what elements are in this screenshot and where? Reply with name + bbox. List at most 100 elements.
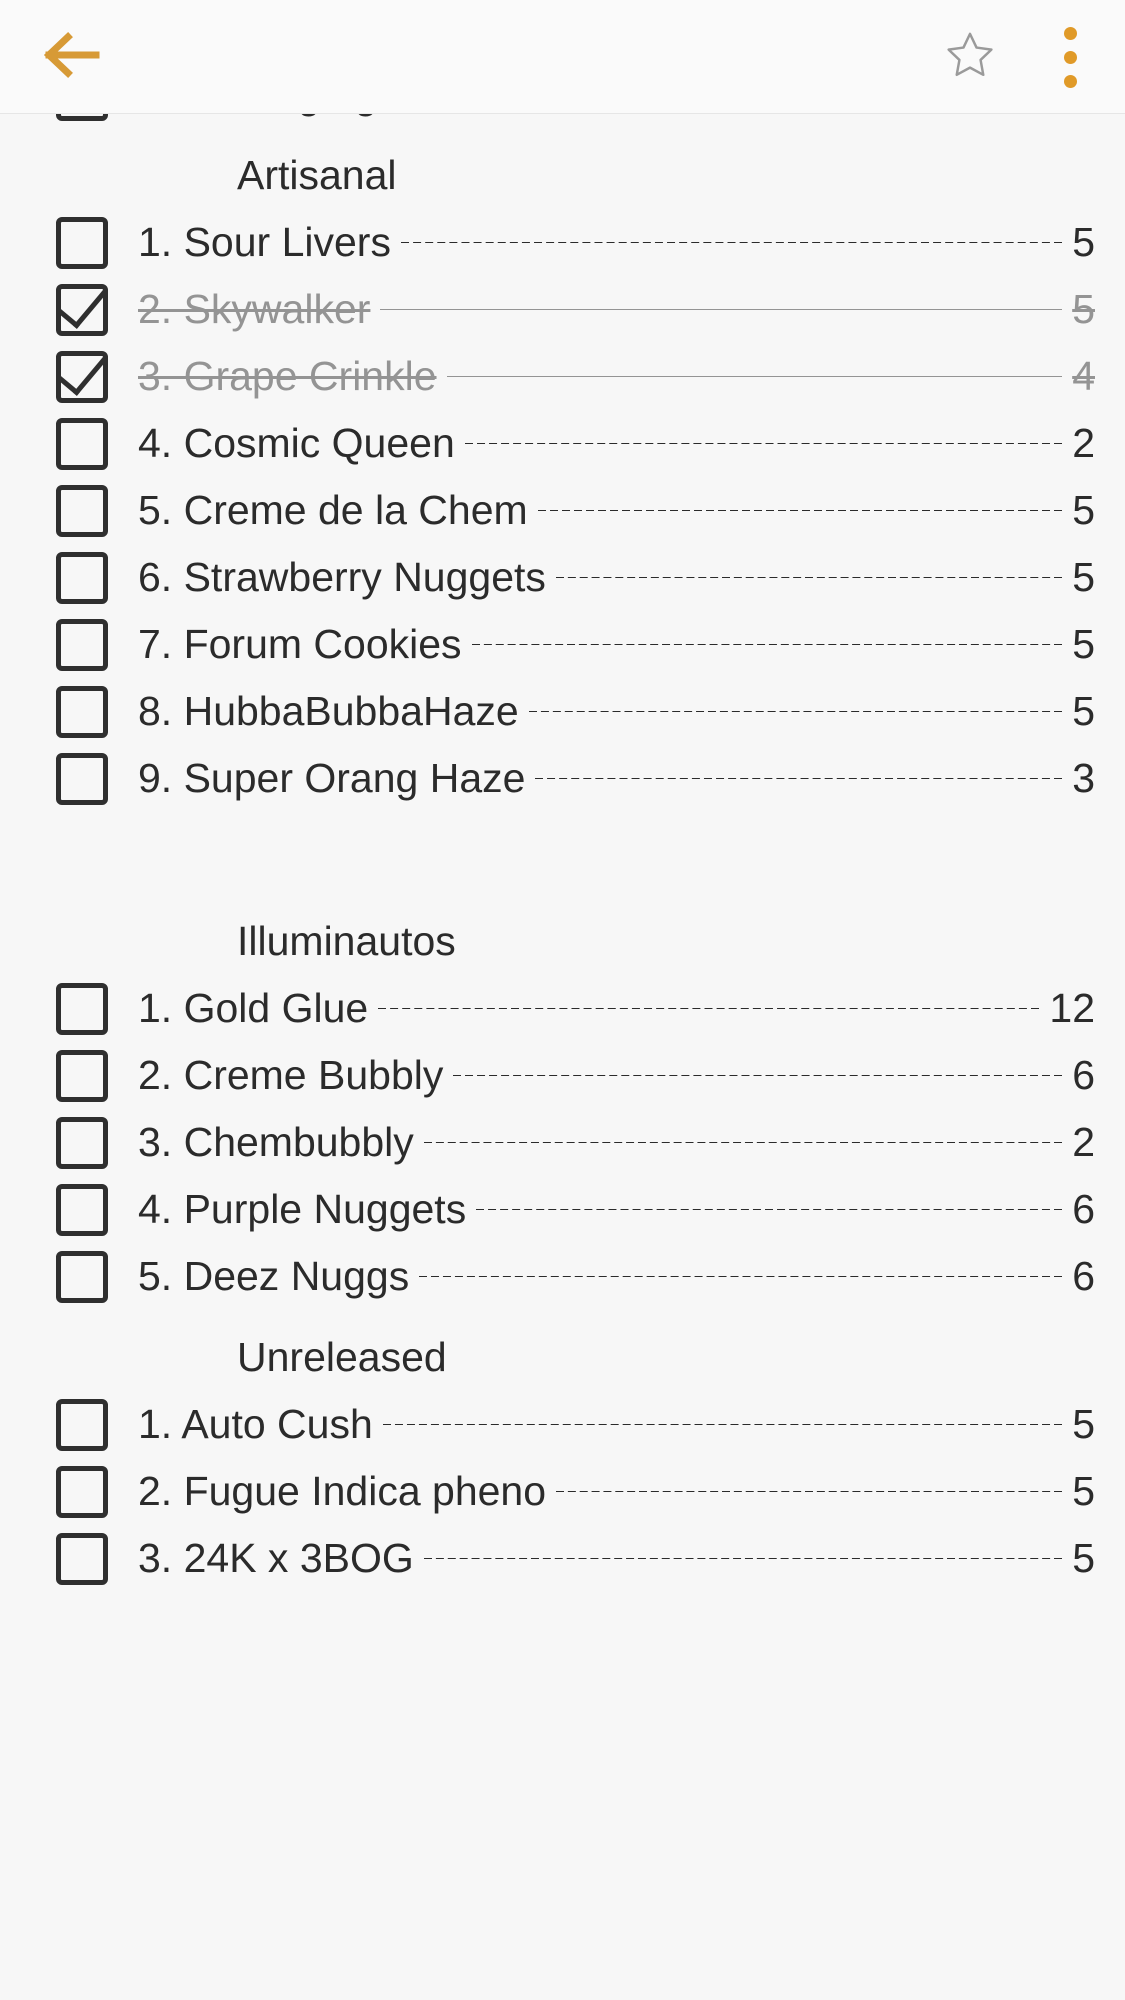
item-text: 8. HubbaBubbaHaze 5 xyxy=(138,688,1125,735)
list-item[interactable]: 4. Purple Nuggets 6 xyxy=(0,1176,1125,1243)
item-checkbox[interactable] xyxy=(56,1398,108,1451)
item-quantity: 4 xyxy=(1072,353,1095,399)
item-label: 1. Sour Livers xyxy=(138,219,391,265)
item-checkbox-checked[interactable] xyxy=(56,350,108,403)
more-vertical-icon xyxy=(1063,26,1077,40)
item-text: 6. Strawberry Nuggets 5 xyxy=(138,554,1125,601)
item-checkbox[interactable] xyxy=(56,1532,108,1585)
item-checkbox[interactable] xyxy=(56,685,108,738)
item-label: 3. Grape Crinkle xyxy=(138,353,437,399)
item-text: 5. Deez Nuggs 6 xyxy=(138,1253,1125,1300)
list-item[interactable]: 1. Auto Cush 5 xyxy=(0,1391,1125,1458)
item-label: 8. HubbaBubbaHaze xyxy=(138,688,519,734)
item-quantity: 5 xyxy=(1072,621,1095,667)
item-text: 2. Skywalker 5 xyxy=(138,286,1125,333)
item-checkbox[interactable] xyxy=(56,1183,108,1236)
list-item[interactable]: 5. Deez Nuggs 6 xyxy=(0,1243,1125,1310)
item-quantity: 5 xyxy=(1072,1468,1095,1514)
leader-dashes xyxy=(380,309,1062,310)
item-quantity: 5 xyxy=(1072,286,1095,332)
favorite-button[interactable] xyxy=(931,18,1009,96)
item-text: 5. Creme de la Chem 5 xyxy=(138,487,1125,534)
item-checkbox[interactable] xyxy=(56,484,108,537)
item-checkbox[interactable] xyxy=(56,1250,108,1303)
clipped-top-row: 10. Orange g xyxy=(0,114,1125,128)
leader-dashes xyxy=(555,577,1063,578)
list-item[interactable]: 2. Fugue Indica pheno 5 xyxy=(0,1458,1125,1525)
item-label: 1. Gold Glue xyxy=(138,985,369,1031)
list-item[interactable]: 6. Strawberry Nuggets 5 xyxy=(0,544,1125,611)
item-text: 1. Auto Cush 5 xyxy=(138,1401,1125,1448)
checklist-body: 10. Orange g Artisanal1. Sour Livers52. … xyxy=(0,114,1125,2000)
item-quantity: 6 xyxy=(1072,1052,1095,1098)
item-quantity: 2 xyxy=(1072,1119,1095,1165)
item-checkbox[interactable] xyxy=(56,1465,108,1518)
item-text: 7. Forum Cookies 5 xyxy=(138,621,1125,668)
sections-container: Artisanal 1. Sour Livers 5 2. Skywalker 5 3. … xyxy=(0,128,1125,1592)
leader-dashes xyxy=(464,443,1063,444)
item-label: 7. Forum Cookies xyxy=(138,621,462,667)
item-checkbox[interactable] xyxy=(56,551,108,604)
item-checkbox[interactable] xyxy=(56,752,108,805)
leader-dashes xyxy=(528,711,1063,712)
item-label: 4. Cosmic Queen xyxy=(138,420,455,466)
app-bar-actions xyxy=(931,18,1109,96)
list-item[interactable]: 10. Orange g xyxy=(0,114,1125,128)
leader-dashes xyxy=(378,1008,1040,1009)
item-text: 10. Orange g xyxy=(138,114,1125,118)
list-item[interactable]: 3. Chembubbly 2 xyxy=(0,1109,1125,1176)
item-text: 2. Fugue Indica pheno 5 xyxy=(138,1468,1125,1515)
list-item[interactable]: 5. Creme de la Chem 5 xyxy=(0,477,1125,544)
list-item[interactable]: 3. 24K x 3BOG 5 xyxy=(0,1525,1125,1592)
leader-dashes xyxy=(537,510,1063,511)
item-checkbox[interactable] xyxy=(56,114,108,121)
section-title: Illuminautos xyxy=(237,918,456,964)
item-quantity: 5 xyxy=(1072,1401,1095,1447)
item-label: 4. Purple Nuggets xyxy=(138,1186,467,1232)
list-item[interactable]: 9. Super Orang Haze 3 xyxy=(0,745,1125,812)
back-button[interactable] xyxy=(30,22,114,92)
item-text: 4. Purple Nuggets 6 xyxy=(138,1186,1125,1233)
item-label: 3. Chembubbly xyxy=(138,1119,414,1165)
more-vertical-icon xyxy=(1063,74,1077,88)
list-item[interactable]: 2. Creme Bubbly 6 xyxy=(0,1042,1125,1109)
leader-dashes xyxy=(556,1491,1063,1492)
item-text: 3. Grape Crinkle 4 xyxy=(138,353,1125,400)
item-checkbox[interactable] xyxy=(56,216,108,269)
list-item[interactable]: 4. Cosmic Queen 2 xyxy=(0,410,1125,477)
overflow-menu-button[interactable] xyxy=(1031,18,1109,96)
item-quantity: 6 xyxy=(1072,1253,1095,1299)
item-label: 2. Skywalker xyxy=(138,286,371,332)
leader-dashes xyxy=(419,1276,1063,1277)
section-title: Unreleased xyxy=(237,1334,447,1380)
item-checkbox[interactable] xyxy=(56,982,108,1035)
item-text: 1. Gold Glue 12 xyxy=(138,985,1125,1032)
list-item[interactable]: 3. Grape Crinkle 4 xyxy=(0,343,1125,410)
item-label: 5. Creme de la Chem xyxy=(138,487,528,533)
list-item[interactable]: 2. Skywalker 5 xyxy=(0,276,1125,343)
more-vertical-icon xyxy=(1063,50,1077,64)
item-label: 5. Deez Nuggs xyxy=(138,1253,410,1299)
item-checkbox[interactable] xyxy=(56,618,108,671)
item-quantity: 5 xyxy=(1072,688,1095,734)
item-label: 9. Super Orang Haze xyxy=(138,755,526,801)
list-item[interactable]: 7. Forum Cookies 5 xyxy=(0,611,1125,678)
item-checkbox[interactable] xyxy=(56,417,108,470)
list-item[interactable]: 1. Gold Glue 12 xyxy=(0,975,1125,1042)
item-quantity: 12 xyxy=(1049,985,1095,1031)
item-label: 6. Strawberry Nuggets xyxy=(138,554,546,600)
list-item[interactable]: 8. HubbaBubbaHaze 5 xyxy=(0,678,1125,745)
list-item[interactable]: 1. Sour Livers 5 xyxy=(0,209,1125,276)
item-text: 1. Sour Livers 5 xyxy=(138,219,1125,266)
item-checkbox[interactable] xyxy=(56,1049,108,1102)
item-text: 3. Chembubbly 2 xyxy=(138,1119,1125,1166)
leader-dashes xyxy=(423,1142,1063,1143)
item-checkbox-checked[interactable] xyxy=(56,283,108,336)
item-text: 9. Super Orang Haze 3 xyxy=(138,755,1125,802)
item-quantity: 5 xyxy=(1072,487,1095,533)
item-checkbox[interactable] xyxy=(56,1116,108,1169)
item-text: 3. 24K x 3BOG 5 xyxy=(138,1535,1125,1582)
